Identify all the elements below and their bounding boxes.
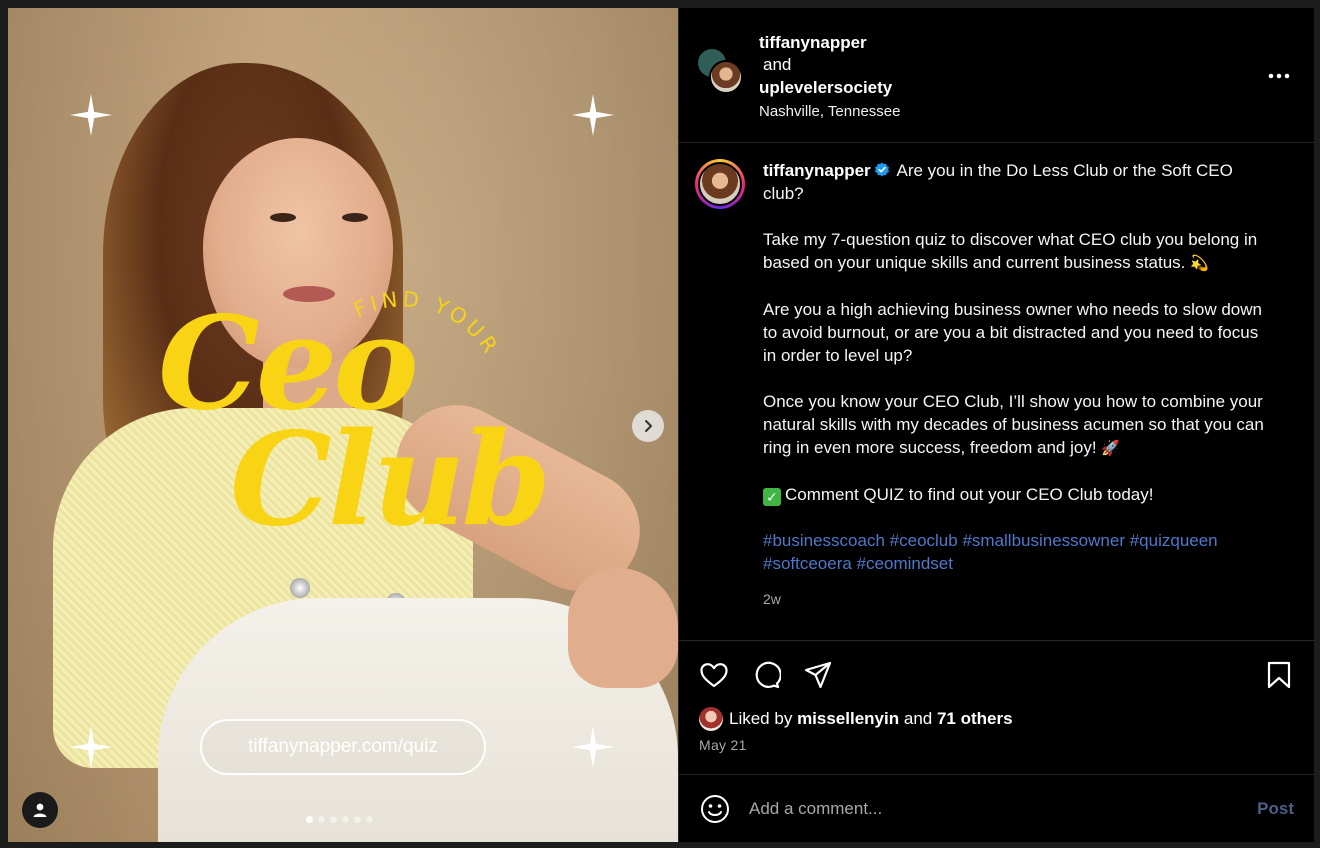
share-icon bbox=[804, 661, 832, 689]
post-modal: FIND YOUR Ceo Club tiffanynapper.com/qui… bbox=[8, 8, 1314, 842]
chevron-right-icon bbox=[645, 420, 652, 432]
action-section: Liked by missellenyin and 71 others May … bbox=[679, 640, 1314, 774]
carousel-indicator bbox=[306, 816, 373, 823]
post-header: tiffanynapper and uplevelersociety Nashv… bbox=[679, 8, 1314, 143]
comment-bar: Post bbox=[679, 774, 1314, 842]
like-button[interactable] bbox=[699, 657, 735, 693]
collab-avatars[interactable] bbox=[697, 48, 749, 100]
comment-input[interactable] bbox=[749, 798, 1258, 819]
caption-time[interactable]: 2w bbox=[763, 588, 1273, 611]
sparkle-icon bbox=[70, 726, 112, 768]
rocket-emoji: 🚀 bbox=[1101, 439, 1120, 457]
bookmark-icon bbox=[1267, 661, 1291, 689]
caption-username[interactable]: tiffanynapper bbox=[763, 161, 871, 180]
hashtag-link[interactable]: #businesscoach bbox=[763, 531, 885, 550]
hashtag-link[interactable]: #quizqueen bbox=[1130, 531, 1218, 550]
photo-hand bbox=[568, 568, 678, 688]
emoji-icon bbox=[701, 794, 729, 823]
sparkle-icon bbox=[70, 94, 112, 136]
carousel-dot bbox=[318, 816, 325, 823]
next-slide-button[interactable] bbox=[632, 410, 664, 442]
caption-paragraph: Are you a high achieving business owner … bbox=[763, 300, 1262, 365]
caption-paragraph: Take my 7-question quiz to discover what… bbox=[763, 230, 1258, 272]
emoji-picker-button[interactable] bbox=[699, 793, 731, 825]
liked-by-and: and bbox=[903, 709, 933, 728]
title-club: Club bbox=[230, 405, 551, 555]
hashtag-link[interactable]: #ceomindset bbox=[857, 554, 953, 573]
photo-eye-left bbox=[270, 213, 296, 222]
caption-avatar[interactable] bbox=[695, 159, 745, 209]
collaborator-username[interactable]: uplevelersociety bbox=[759, 76, 900, 99]
author-username[interactable]: tiffanynapper bbox=[759, 31, 900, 54]
post-date: May 21 bbox=[699, 737, 747, 753]
likes-summary[interactable]: Liked by missellenyin and 71 others bbox=[699, 707, 1294, 731]
caption-paragraph: Once you know your CEO Club, I’ll show y… bbox=[763, 392, 1264, 457]
comment-icon bbox=[755, 661, 781, 689]
post-comment-button[interactable]: Post bbox=[1257, 799, 1294, 819]
liked-by-others[interactable]: 71 others bbox=[937, 709, 1013, 729]
carousel-dot bbox=[354, 816, 361, 823]
carousel-dot bbox=[330, 816, 337, 823]
carousel-dot bbox=[366, 816, 373, 823]
sparkle-icon bbox=[572, 726, 614, 768]
caption-paragraph: Comment QUIZ to find out your CEO Club t… bbox=[785, 485, 1154, 504]
liked-by-prefix: Liked by bbox=[729, 709, 793, 728]
hashtag-link[interactable]: #smallbusinessowner bbox=[962, 531, 1125, 550]
avatar bbox=[709, 60, 743, 94]
hashtag-link[interactable]: #ceoclub bbox=[890, 531, 958, 550]
caption-section: tiffanynapper Are you in the Do Less Clu… bbox=[679, 143, 1314, 640]
collab-joiner: and bbox=[763, 54, 792, 74]
save-button[interactable] bbox=[1258, 657, 1294, 693]
sparkle-icon bbox=[572, 94, 614, 136]
post-details-panel: tiffanynapper and uplevelersociety Nashv… bbox=[678, 8, 1314, 842]
check-mark-emoji: ✓ bbox=[763, 488, 781, 506]
person-icon bbox=[33, 803, 47, 817]
more-horizontal-icon bbox=[1268, 73, 1290, 79]
share-button[interactable] bbox=[803, 657, 839, 693]
caption-text: tiffanynapper Are you in the Do Less Clu… bbox=[763, 159, 1273, 640]
more-options-button[interactable] bbox=[1266, 64, 1292, 88]
hashtag-link[interactable]: #softceoera bbox=[763, 554, 852, 573]
carousel-dot bbox=[342, 816, 349, 823]
heart-icon bbox=[700, 663, 728, 688]
photo-eye-right bbox=[342, 213, 368, 222]
quiz-url-pill: tiffanynapper.com/quiz bbox=[200, 719, 486, 775]
comment-button[interactable] bbox=[751, 657, 787, 693]
post-image[interactable]: FIND YOUR Ceo Club tiffanynapper.com/qui… bbox=[8, 8, 678, 842]
tagged-users-button[interactable] bbox=[22, 792, 58, 828]
carousel-dot bbox=[306, 816, 313, 823]
post-location[interactable]: Nashville, Tennessee bbox=[759, 99, 900, 124]
verified-badge-icon bbox=[874, 161, 890, 177]
avatar bbox=[699, 707, 723, 731]
dizzy-emoji: 💫 bbox=[1190, 254, 1209, 272]
jacket-button bbox=[290, 578, 310, 598]
hashtag-list: #businesscoach #ceoclub #smallbusinessow… bbox=[763, 529, 1273, 575]
liked-by-user[interactable]: missellenyin bbox=[797, 709, 899, 729]
